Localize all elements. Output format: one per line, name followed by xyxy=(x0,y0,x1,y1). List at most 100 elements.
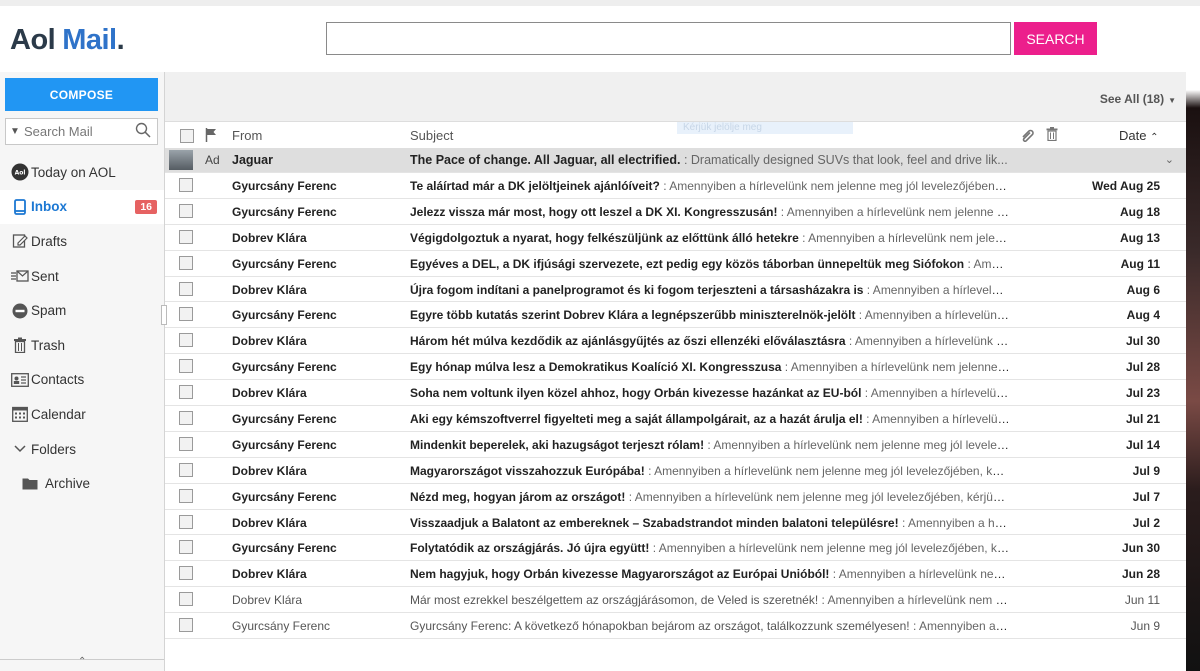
sidebar-item-folders[interactable]: Folders xyxy=(0,432,164,467)
search-button[interactable]: SEARCH xyxy=(1014,22,1097,55)
row-subject-text: Három hét múlva kezdődik az ajánlásgyűjt… xyxy=(410,334,846,349)
sidebar-item-today-on-aol[interactable]: Aol Today on AOL xyxy=(0,155,164,190)
row-checkbox[interactable] xyxy=(179,229,193,244)
column-from[interactable]: From xyxy=(232,128,262,143)
attachment-icon[interactable] xyxy=(1020,128,1036,145)
table-row[interactable]: Dobrev Klára Újra fogom indítani a panelp… xyxy=(165,277,1186,303)
chevron-down-icon[interactable] xyxy=(10,445,30,453)
sidebar-item-spam[interactable]: Spam xyxy=(0,293,164,328)
aol-mail-logo[interactable]: Aol Mail. xyxy=(10,24,125,57)
search-input[interactable] xyxy=(326,22,1011,55)
row-checkbox[interactable] xyxy=(179,514,193,529)
table-row[interactable]: Dobrev Klára Már most ezrekkel beszélgett… xyxy=(165,587,1186,614)
row-checkbox[interactable] xyxy=(179,178,193,192)
row-date: Jul 2 xyxy=(1132,515,1160,530)
row-snippet: : Amennyiben a hírlevelünk nem jel... xyxy=(848,334,1010,349)
table-row[interactable]: Dobrev Klára Nem hagyjuk, hogy Orbán kive… xyxy=(165,561,1186,588)
side-ad-banner xyxy=(1186,72,1200,671)
row-checkbox[interactable] xyxy=(179,540,193,555)
sidebar-item-archive[interactable]: Archive xyxy=(0,466,164,501)
row-snippet: : Amennyiben a hírlevelünk nem jelenne m… xyxy=(784,360,1010,375)
table-row[interactable]: Dobrev Klára Végigdolgoztuk a nyarat, hog… xyxy=(165,225,1186,251)
table-row[interactable]: Gyurcsány Ferenc Egyéves a DEL, a DK ifjú… xyxy=(165,251,1186,277)
chevron-up-icon[interactable]: ⌃ xyxy=(78,656,86,667)
row-subject: Mindenkit beperelek, aki hazugságot terj… xyxy=(410,438,1010,452)
row-subject: Egyre több kutatás szerint Dobrev Klára … xyxy=(410,308,1010,322)
table-row[interactable]: Gyurcsány Ferenc Te aláírtad már a DK jel… xyxy=(165,173,1186,199)
row-date: Jun 9 xyxy=(1130,619,1160,634)
ad-subject-text: The Pace of change. All Jaguar, all elec… xyxy=(410,153,681,167)
flag-icon[interactable] xyxy=(205,128,217,145)
trash-icon[interactable] xyxy=(1046,127,1058,144)
row-checkbox[interactable] xyxy=(179,333,193,348)
row-sender: Gyurcsány Ferenc xyxy=(232,308,337,323)
row-date: Aug 6 xyxy=(1126,282,1160,297)
chevron-down-icon[interactable]: ⌄ xyxy=(1165,153,1174,166)
row-subject: Három hét múlva kezdődik az ajánlásgyűjt… xyxy=(410,334,1010,348)
row-snippet: : Amennyiben a hírlevelünk nem jelenne m… xyxy=(628,489,1010,504)
row-subject: Végigdolgoztuk a nyarat, hogy felkészülj… xyxy=(410,231,1010,245)
ad-snippet: : Dramatically designed SUVs that look, … xyxy=(680,153,1008,167)
row-sender: Gyurcsány Ferenc xyxy=(232,412,337,427)
row-date: Jun 28 xyxy=(1121,567,1160,582)
table-row[interactable]: Dobrev Klára Három hét múlva kezdődik az … xyxy=(165,328,1186,355)
table-row[interactable]: Dobrev Klára Soha nem voltunk ilyen közel… xyxy=(165,380,1186,407)
row-sender: Dobrev Klára xyxy=(232,463,307,478)
row-date: Aug 11 xyxy=(1120,256,1160,271)
search-mail-placeholder: Search Mail xyxy=(24,124,93,139)
row-snippet: : Amennyiben a hírlevelünk ne... xyxy=(866,282,1010,297)
sidebar-item-calendar[interactable]: Calendar xyxy=(0,397,164,432)
row-checkbox[interactable] xyxy=(179,307,193,322)
row-sender: Gyurcsány Ferenc xyxy=(232,204,337,219)
table-row[interactable]: Gyurcsány Ferenc Egyre több kutatás szeri… xyxy=(165,302,1186,329)
chevron-down-icon[interactable]: ▼ xyxy=(6,126,24,137)
row-snippet: : Amennyiben a hírlevelünk nem jelen... xyxy=(832,567,1010,582)
row-checkbox[interactable] xyxy=(179,411,193,426)
row-checkbox[interactable] xyxy=(179,488,193,503)
row-subject: Nem hagyjuk, hogy Orbán kivezesse Magyar… xyxy=(410,567,1010,581)
logo-aol-text: Aol xyxy=(10,24,56,56)
select-all-checkbox[interactable] xyxy=(180,129,194,143)
sidebar-item-sent[interactable]: Sent xyxy=(0,259,164,294)
row-snippet: : Amennyiben a hírlevelünk nem jelenne m… xyxy=(652,541,1010,556)
row-subject-text: Végigdolgoztuk a nyarat, hogy felkészülj… xyxy=(410,230,799,245)
row-date: Jul 28 xyxy=(1125,360,1160,375)
row-checkbox[interactable] xyxy=(179,385,193,400)
ad-row[interactable]: Ad Jaguar The Pace of change. All Jaguar… xyxy=(165,148,1186,173)
row-subject-text: Nem hagyjuk, hogy Orbán kivezesse Magyar… xyxy=(410,567,830,582)
row-checkbox[interactable] xyxy=(179,203,193,218)
column-date[interactable]: Date ⌃ xyxy=(1119,128,1158,143)
sidebar-item-inbox[interactable]: Inbox 16 xyxy=(0,189,164,225)
sidebar-item-drafts[interactable]: Drafts xyxy=(0,224,164,259)
row-checkbox[interactable] xyxy=(179,618,193,633)
sidebar-item-contacts[interactable]: Contacts xyxy=(0,363,164,398)
row-checkbox[interactable] xyxy=(179,462,193,477)
sidebar-collapse-bar[interactable]: ⌃ xyxy=(0,656,164,671)
table-row[interactable]: Gyurcsány Ferenc Gyurcsány Ferenc: A köve… xyxy=(165,613,1186,640)
see-all-dropdown[interactable]: See All (18) ▼ xyxy=(1100,92,1176,106)
row-subject: Soha nem voltunk ilyen közel ahhoz, hogy… xyxy=(410,386,1010,400)
column-subject[interactable]: Subject xyxy=(410,128,453,143)
row-snippet: : Amennyiben a hírlevelünk nem jelenne m… xyxy=(707,437,1010,452)
row-checkbox[interactable] xyxy=(179,592,193,607)
row-snippet: : Amennyiben a hírlevelünk nem jelenne .… xyxy=(821,593,1010,608)
row-checkbox[interactable] xyxy=(179,566,193,581)
spam-icon xyxy=(10,303,30,319)
table-row[interactable]: Gyurcsány Ferenc Jelezz vissza már most, … xyxy=(165,199,1186,225)
table-row[interactable]: Gyurcsány Ferenc Egy hónap múlva lesz a D… xyxy=(165,354,1186,381)
table-row[interactable]: Gyurcsány Ferenc Nézd meg, hogyan járom a… xyxy=(165,484,1186,510)
row-checkbox[interactable] xyxy=(179,436,193,451)
table-row[interactable]: Gyurcsány Ferenc Aki egy kémszoftverrel f… xyxy=(165,406,1186,432)
sidebar-item-trash[interactable]: Trash xyxy=(0,328,164,363)
table-row[interactable]: Gyurcsány Ferenc Folytatódik az országjár… xyxy=(165,535,1186,562)
row-checkbox[interactable] xyxy=(179,281,193,296)
table-row[interactable]: Dobrev Klára Visszaadjuk a Balatont az em… xyxy=(165,510,1186,536)
compose-button[interactable]: COMPOSE xyxy=(5,78,158,111)
drag-hint-tooltip: Kérjük jelölje meg xyxy=(677,122,853,134)
row-checkbox[interactable] xyxy=(179,359,193,374)
sidebar-search-field[interactable]: ▼ Search Mail xyxy=(5,118,158,145)
row-checkbox[interactable] xyxy=(179,255,193,270)
search-icon[interactable] xyxy=(135,122,157,141)
table-row[interactable]: Gyurcsány Ferenc Mindenkit beperelek, aki… xyxy=(165,432,1186,458)
table-row[interactable]: Dobrev Klára Magyarországot visszahozzuk … xyxy=(165,458,1186,484)
